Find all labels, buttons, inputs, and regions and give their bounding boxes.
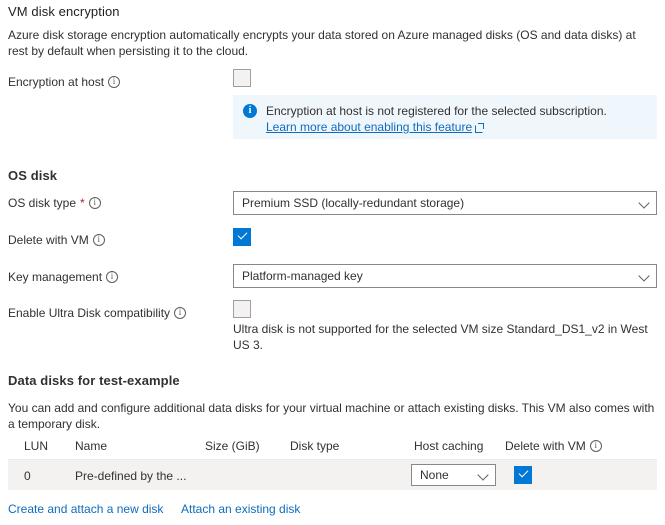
column-header-size: Size (GiB)	[205, 439, 260, 453]
banner-message: Encryption at host is not registered for…	[266, 104, 607, 118]
info-icon[interactable]	[174, 307, 187, 319]
info-icon[interactable]	[92, 234, 105, 246]
info-icon[interactable]	[106, 271, 119, 283]
encryption-at-host-label: Encryption at host	[8, 75, 121, 89]
banner-text-block: Encryption at host is not registered for…	[266, 103, 607, 134]
key-management-dropdown[interactable]: Platform-managed key	[233, 264, 657, 288]
data-disks-heading: Data disks for test-example	[8, 373, 180, 388]
attach-existing-disk-link[interactable]: Attach an existing disk	[181, 502, 300, 516]
info-icon[interactable]	[88, 197, 101, 209]
ultra-disk-note: Ultra disk is not supported for the sele…	[233, 322, 648, 352]
os-disk-heading: OS disk	[8, 168, 58, 183]
info-icon	[243, 104, 257, 118]
host-caching-dropdown[interactable]: None	[411, 464, 496, 486]
column-header-delete-with-vm: Delete with VM	[505, 439, 602, 453]
ultra-disk-label-text: Enable Ultra Disk compatibility	[8, 306, 171, 320]
os-disk-type-value: Premium SSD (locally-redundant storage)	[242, 196, 465, 210]
column-header-name: Name	[75, 439, 108, 453]
vm-disk-encryption-heading: VM disk encryption	[8, 4, 120, 19]
column-header-delete-with-vm-text: Delete with VM	[505, 439, 586, 453]
key-management-value: Platform-managed key	[242, 269, 363, 283]
os-disk-type-label: OS disk type *	[8, 196, 101, 210]
required-asterisk: *	[80, 196, 85, 210]
ultra-disk-label: Enable Ultra Disk compatibility	[8, 306, 187, 320]
host-caching-value: None	[420, 468, 449, 482]
column-header-disk-type: Disk type	[290, 439, 340, 453]
vm-disk-encryption-description: Azure disk storage encryption automatica…	[8, 28, 636, 58]
chevron-down-icon	[478, 470, 489, 481]
ultra-disk-checkbox[interactable]	[233, 300, 251, 318]
vm-disks-configuration-pane: VM disk encryption Azure disk storage en…	[0, 0, 665, 525]
encryption-at-host-checkbox[interactable]	[233, 69, 251, 87]
encryption-at-host-info-banner: Encryption at host is not registered for…	[233, 95, 657, 139]
cell-name: Pre-defined by the ...	[75, 469, 187, 483]
os-delete-with-vm-label: Delete with VM	[8, 233, 105, 247]
key-management-label-text: Key management	[8, 270, 103, 284]
key-management-label: Key management	[8, 270, 119, 284]
chevron-down-icon	[639, 198, 650, 209]
os-disk-type-label-text: OS disk type	[8, 196, 77, 210]
data-disks-description: You can add and configure additional dat…	[8, 401, 655, 431]
create-and-attach-new-disk-link[interactable]: Create and attach a new disk	[8, 502, 163, 516]
row-delete-with-vm-checkbox[interactable]	[514, 466, 532, 484]
info-icon[interactable]	[108, 76, 121, 88]
info-icon[interactable]	[589, 440, 602, 452]
os-disk-type-dropdown[interactable]: Premium SSD (locally-redundant storage)	[233, 191, 657, 215]
chevron-down-icon	[639, 271, 650, 282]
learn-more-link[interactable]: Learn more about enabling this feature	[266, 120, 472, 134]
cell-lun: 0	[24, 469, 31, 483]
os-delete-with-vm-label-text: Delete with VM	[8, 233, 89, 247]
encryption-at-host-label-text: Encryption at host	[8, 75, 105, 89]
os-delete-with-vm-checkbox[interactable]	[233, 228, 251, 246]
external-link-icon	[475, 123, 485, 133]
column-header-host-caching: Host caching	[414, 439, 484, 453]
column-header-lun: LUN	[24, 439, 49, 453]
